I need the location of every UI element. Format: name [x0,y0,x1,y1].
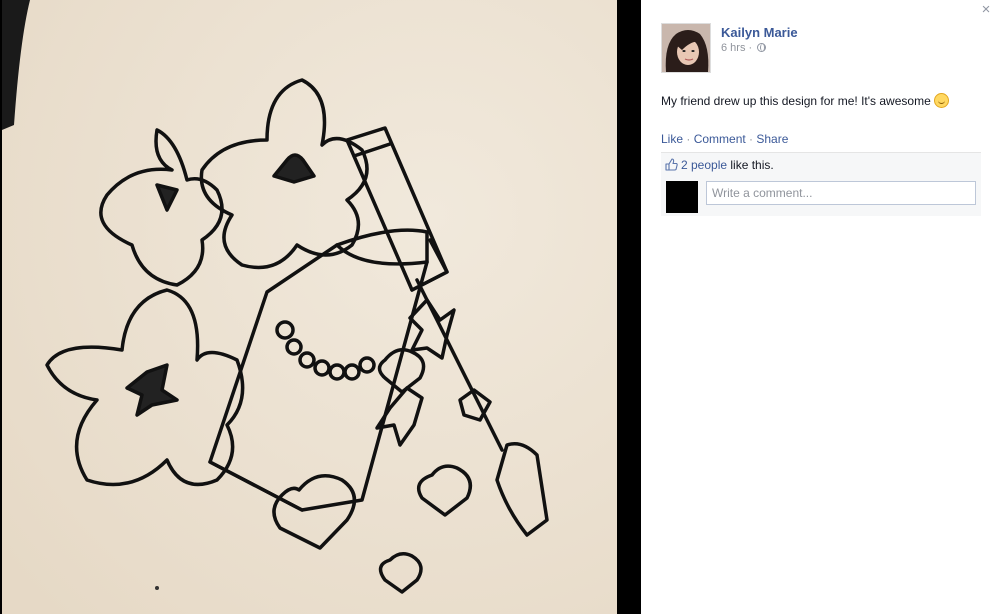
smiling-face-emoji-icon [933,93,949,108]
share-link[interactable]: Share [756,132,788,146]
post-actions: Like · Comment · Share [661,132,788,146]
photo-drawing[interactable] [2,0,617,614]
likes-suffix: like this. [727,158,774,172]
commenter-avatar [666,181,698,213]
post-meta: 6 hrs · [721,42,767,54]
likers-link[interactable]: 2 people [681,158,727,172]
like-sentence: 2 people like this. [665,158,774,172]
like-link[interactable]: Like [661,132,683,146]
feedback-panel: 2 people like this. [661,152,981,216]
close-icon[interactable]: × [979,2,993,18]
post-time[interactable]: 6 hrs [721,42,745,54]
globe-icon[interactable] [757,43,767,52]
post-sidebar: × Kailyn Marie 6 hrs · My friend drew up… [641,0,997,614]
post-text-body: My friend drew up this design for me! It… [661,94,931,108]
comment-input[interactable] [706,181,976,205]
post-text: My friend drew up this design for me! It… [661,93,949,108]
action-separator: · [745,132,757,146]
author-name[interactable]: Kailyn Marie [721,25,798,40]
photo-viewer [0,0,641,614]
comment-link[interactable]: Comment [694,132,746,146]
avatar-image [662,24,710,72]
action-separator: · [683,132,694,146]
avatar[interactable] [661,23,711,73]
thumbs-up-icon [665,158,678,171]
meta-separator: · [745,42,756,54]
